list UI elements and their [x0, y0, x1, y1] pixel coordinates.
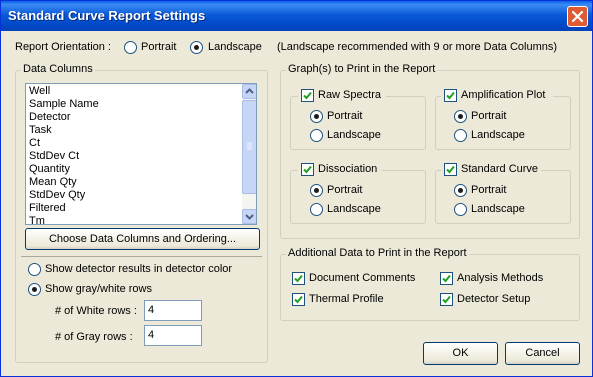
white-rows-label: # of White rows : — [55, 305, 137, 317]
gray-rows-input[interactable]: 4 — [144, 325, 202, 346]
detector-color-label[interactable]: Show detector results in detector color — [45, 263, 232, 275]
check-mark-icon — [446, 165, 455, 174]
standard-curve-panel — [435, 170, 571, 224]
list-item[interactable]: Mean Qty — [29, 176, 77, 189]
amplification-plot-portrait-label[interactable]: Portrait — [471, 110, 506, 122]
standard-curve-portrait-label[interactable]: Portrait — [471, 184, 506, 196]
graphs-title: Graph(s) to Print in the Report — [286, 63, 438, 75]
amplification-plot-portrait-radio[interactable] — [454, 110, 467, 123]
white-rows-input[interactable]: 4 — [144, 300, 202, 321]
dissociation-landscape-radio[interactable] — [310, 203, 323, 216]
check-mark-icon — [446, 91, 455, 100]
detector-color-radio[interactable] — [28, 263, 41, 276]
scroll-down-button[interactable] — [242, 209, 256, 224]
raw-spectra-portrait-label[interactable]: Portrait — [327, 110, 362, 122]
amplification-plot-panel — [435, 96, 571, 150]
check-mark-icon — [303, 165, 312, 174]
raw-spectra-label[interactable]: Raw Spectra — [318, 89, 381, 101]
raw-spectra-portrait-radio[interactable] — [310, 110, 323, 123]
report-settings-dialog: Standard Curve Report Settings Report Or… — [0, 0, 593, 377]
thermal-profile-checkbox[interactable] — [292, 293, 305, 306]
raw-spectra-landscape-radio[interactable] — [310, 129, 323, 142]
scroll-thumb[interactable] — [242, 100, 256, 194]
list-item[interactable]: Task — [29, 124, 52, 137]
ok-button[interactable]: OK — [423, 342, 498, 365]
report-orientation-label: Report Orientation : — [15, 41, 111, 53]
detector-setup-checkbox[interactable] — [440, 293, 453, 306]
amplification-plot-landscape-radio[interactable] — [454, 129, 467, 142]
cancel-button[interactable]: Cancel — [505, 342, 580, 365]
check-mark-icon — [442, 295, 451, 304]
check-mark-icon — [303, 91, 312, 100]
analysis-methods-checkbox[interactable] — [440, 272, 453, 285]
close-button[interactable] — [567, 6, 588, 27]
check-mark-icon — [294, 274, 303, 283]
orientation-portrait-label[interactable]: Portrait — [141, 41, 176, 53]
choose-data-columns-button[interactable]: Choose Data Columns and Ordering... — [25, 228, 260, 250]
standard-curve-label[interactable]: Standard Curve — [461, 163, 538, 175]
amplification-plot-checkbox[interactable] — [444, 89, 457, 102]
dissociation-landscape-label[interactable]: Landscape — [327, 203, 381, 215]
close-icon — [572, 11, 583, 22]
list-item[interactable]: Ct — [29, 137, 40, 150]
document-comments-label[interactable]: Document Comments — [309, 272, 415, 284]
standard-curve-portrait-radio[interactable] — [454, 184, 467, 197]
list-item[interactable]: Detector — [29, 111, 71, 124]
document-comments-checkbox[interactable] — [292, 272, 305, 285]
additional-data-group — [280, 254, 580, 321]
orientation-landscape-radio[interactable] — [190, 41, 203, 54]
dissociation-label[interactable]: Dissociation — [318, 163, 377, 175]
scroll-down-arrow-icon — [245, 214, 254, 220]
dissociation-checkbox[interactable] — [301, 163, 314, 176]
list-item[interactable]: Quantity — [29, 163, 70, 176]
additional-data-title: Additional Data to Print in the Report — [286, 247, 469, 259]
data-columns-list[interactable]: Well Sample Name Detector Task Ct StdDev… — [25, 83, 257, 225]
amplification-plot-landscape-label[interactable]: Landscape — [471, 129, 525, 141]
dissociation-portrait-label[interactable]: Portrait — [327, 184, 362, 196]
scroll-up-button[interactable] — [242, 84, 256, 99]
list-item[interactable]: Tm — [29, 215, 45, 224]
gray-white-rows-radio[interactable] — [28, 283, 41, 296]
divider — [21, 256, 262, 257]
window-title: Standard Curve Report Settings — [8, 8, 206, 23]
standard-curve-landscape-label[interactable]: Landscape — [471, 203, 525, 215]
detector-setup-label[interactable]: Detector Setup — [457, 293, 530, 305]
analysis-methods-label[interactable]: Analysis Methods — [457, 272, 543, 284]
check-mark-icon — [294, 295, 303, 304]
orientation-note: (Landscape recommended with 9 or more Da… — [277, 41, 558, 53]
list-item[interactable]: Filtered — [29, 202, 66, 215]
raw-spectra-panel — [290, 96, 426, 150]
gray-white-rows-label[interactable]: Show gray/white rows — [45, 283, 152, 295]
orientation-portrait-radio[interactable] — [124, 41, 137, 54]
title-bar[interactable]: Standard Curve Report Settings — [1, 1, 592, 31]
amplification-plot-label[interactable]: Amplification Plot — [461, 89, 545, 101]
raw-spectra-checkbox[interactable] — [301, 89, 314, 102]
raw-spectra-landscape-label[interactable]: Landscape — [327, 129, 381, 141]
list-item[interactable]: StdDev Ct — [29, 150, 79, 163]
orientation-landscape-label[interactable]: Landscape — [208, 41, 262, 53]
check-mark-icon — [442, 274, 451, 283]
scroll-up-arrow-icon — [245, 88, 254, 94]
standard-curve-checkbox[interactable] — [444, 163, 457, 176]
list-item[interactable]: Well — [29, 85, 50, 98]
standard-curve-landscape-radio[interactable] — [454, 203, 467, 216]
data-columns-title: Data Columns — [21, 63, 95, 75]
list-item[interactable]: StdDev Qty — [29, 189, 85, 202]
list-item[interactable]: Sample Name — [29, 98, 99, 111]
dissociation-portrait-radio[interactable] — [310, 184, 323, 197]
thermal-profile-label[interactable]: Thermal Profile — [309, 293, 384, 305]
list-scrollbar[interactable] — [242, 84, 256, 224]
gray-rows-label: # of Gray rows : — [55, 331, 133, 343]
dissociation-panel — [290, 170, 426, 224]
grip-icon — [247, 142, 252, 150]
